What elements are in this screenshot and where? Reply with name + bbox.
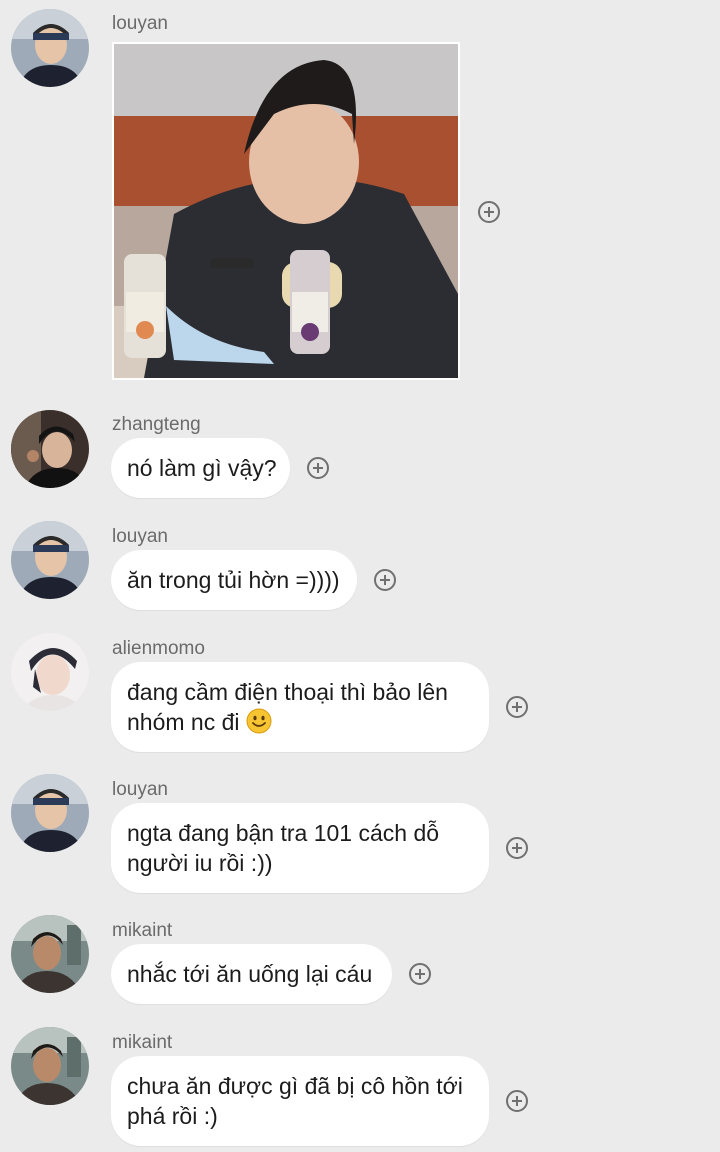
- message-text-line: đang cầm điện thoại thì bảo lên: [127, 679, 448, 705]
- username[interactable]: louyan: [112, 13, 168, 35]
- add-reaction-icon[interactable]: [506, 837, 528, 859]
- username[interactable]: mikaint: [112, 920, 172, 942]
- avatar[interactable]: [11, 1027, 89, 1105]
- add-reaction-icon[interactable]: [409, 963, 431, 985]
- message-bubble[interactable]: chưa ăn được gì đã bị cô hồn tới phá rồi…: [111, 1056, 489, 1146]
- slightly-smiling-face-icon: [246, 708, 272, 734]
- add-reaction-icon[interactable]: [506, 696, 528, 718]
- avatar[interactable]: [11, 410, 89, 488]
- add-reaction-icon[interactable]: [478, 201, 500, 223]
- message-bubble[interactable]: nó làm gì vậy?: [111, 438, 290, 498]
- message-bubble[interactable]: ngta đang bận tra 101 cách dỗ người iu r…: [111, 803, 489, 893]
- message-text-line: phá rồi :): [127, 1103, 218, 1129]
- photo-message[interactable]: [112, 42, 460, 380]
- message-text: nhắc tới ăn uống lại cáu: [127, 961, 373, 987]
- username[interactable]: alienmomo: [112, 638, 205, 660]
- message-text: nó làm gì vậy?: [127, 455, 277, 481]
- avatar[interactable]: [11, 521, 89, 599]
- message-text: ăn trong tủi hờn =)))): [127, 567, 340, 593]
- avatar[interactable]: [11, 774, 89, 852]
- message-bubble[interactable]: đang cầm điện thoại thì bảo lên nhóm nc …: [111, 662, 489, 752]
- message-text-line: ngta đang bận tra 101 cách dỗ: [127, 820, 440, 846]
- avatar[interactable]: [11, 633, 89, 711]
- add-reaction-icon[interactable]: [506, 1090, 528, 1112]
- username[interactable]: mikaint: [112, 1032, 172, 1054]
- add-reaction-icon[interactable]: [307, 457, 329, 479]
- message-bubble[interactable]: ăn trong tủi hờn =)))): [111, 550, 357, 610]
- avatar[interactable]: [11, 9, 89, 87]
- username[interactable]: louyan: [112, 779, 168, 801]
- message-text-line: người iu rồi :)): [127, 850, 273, 876]
- avatar[interactable]: [11, 915, 89, 993]
- message-bubble[interactable]: nhắc tới ăn uống lại cáu: [111, 944, 392, 1004]
- username[interactable]: louyan: [112, 526, 168, 548]
- username[interactable]: zhangteng: [112, 414, 201, 436]
- message-text-line: chưa ăn được gì đã bị cô hồn tới: [127, 1073, 463, 1099]
- add-reaction-icon[interactable]: [374, 569, 396, 591]
- message-text-line: nhóm nc đi: [127, 709, 240, 735]
